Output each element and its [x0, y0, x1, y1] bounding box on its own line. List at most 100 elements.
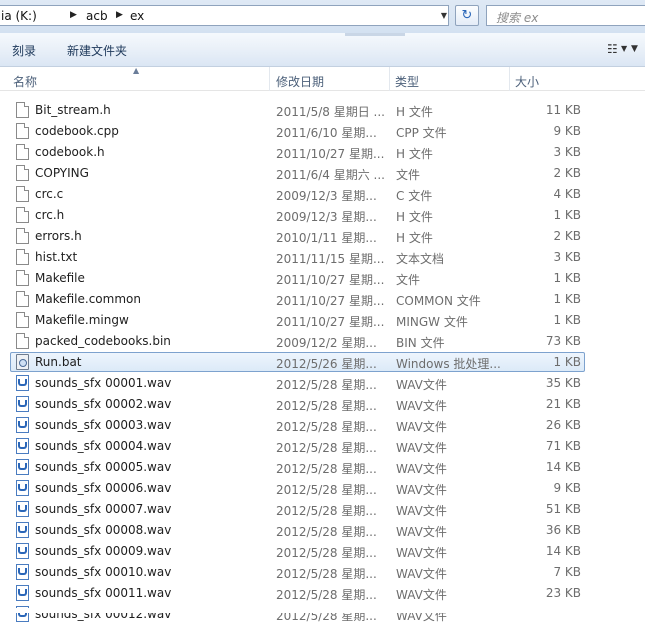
file-row[interactable]: crc.c 2009/12/3 星期... C 文件 4 KB [10, 184, 585, 204]
file-type: 文件 [396, 273, 421, 287]
search-input[interactable]: 搜索 ex [486, 5, 645, 26]
audio-file-icon [16, 480, 29, 496]
file-name: sounds_sfx 00004.wav [35, 439, 172, 453]
file-type: 文件 [396, 168, 421, 182]
file-size: 1 KB [553, 208, 581, 222]
file-type: WAV文件 [396, 567, 447, 581]
file-row[interactable]: sounds_sfx 00002.wav 2012/5/28 星期... WAV文件… [10, 394, 585, 414]
file-row[interactable]: Run.bat 2012/5/26 星期... Windows 批处理... 1 KB [10, 352, 585, 372]
file-name: codebook.h [35, 145, 105, 159]
file-name: errors.h [35, 229, 82, 243]
file-row[interactable]: sounds_sfx 00001.wav 2012/5/28 星期... WAV文件… [10, 373, 585, 393]
refresh-button[interactable]: ↻ [455, 5, 479, 26]
file-icon [16, 312, 29, 328]
file-name: sounds_sfx 00008.wav [35, 523, 172, 537]
file-row[interactable]: sounds_sfx 00004.wav 2012/5/28 星期... WAV文件… [10, 436, 585, 456]
file-modified-date: 2011/5/8 星期日 ... [276, 105, 385, 119]
breadcrumb-acb[interactable]: acb [86, 9, 108, 23]
file-modified-date: 2012/5/28 星期... [276, 588, 377, 602]
file-size: 36 KB [545, 523, 581, 537]
audio-file-icon [16, 522, 29, 538]
audio-file-icon [16, 543, 29, 559]
change-view-icon[interactable]: ☷ [607, 42, 618, 56]
file-modified-date: 2012/5/28 星期... [276, 567, 377, 581]
file-row[interactable]: sounds_sfx 00006.wav 2012/5/28 星期... WAV文件… [10, 478, 585, 498]
file-size: 1 KB [553, 292, 581, 306]
more-options-icon[interactable]: ▼ [631, 44, 638, 54]
file-row[interactable]: sounds_sfx 00009.wav 2012/5/28 星期... WAV文件… [10, 541, 585, 561]
column-header-type[interactable]: 类型 [395, 73, 419, 90]
file-name: Makefile.mingw [35, 313, 129, 327]
audio-file-icon [16, 375, 29, 391]
address-bar[interactable]: ia (K:) ▶ acb ▶ ex [0, 5, 449, 26]
column-header-name[interactable]: 名称 [13, 73, 37, 90]
file-row[interactable]: sounds_sfx 00003.wav 2012/5/28 星期... WAV文件… [10, 415, 585, 435]
column-divider[interactable] [389, 67, 390, 91]
file-type: H 文件 [396, 210, 433, 224]
file-row[interactable]: COPYING 2011/6/4 星期六 ... 文件 2 KB [10, 163, 585, 183]
file-modified-date: 2012/5/28 星期... [276, 525, 377, 539]
file-size: 4 KB [553, 187, 581, 201]
toolbar-divider [345, 33, 405, 36]
file-modified-date: 2009/12/2 星期... [276, 336, 377, 350]
file-type: Windows 批处理... [396, 357, 501, 371]
file-row[interactable]: codebook.cpp 2011/6/10 星期... CPP 文件 9 KB [10, 121, 585, 141]
file-name: hist.txt [35, 250, 78, 264]
file-row[interactable]: Bit_stream.h 2011/5/8 星期日 ... H 文件 11 KB [10, 100, 585, 120]
file-modified-date: 2011/11/15 星期... [276, 252, 385, 266]
address-history-dropdown-icon[interactable]: ▼ [437, 7, 451, 24]
view-options-dropdown-icon[interactable]: ▼ [621, 44, 627, 53]
file-modified-date: 2012/5/28 星期... [276, 504, 377, 518]
column-header-date[interactable]: 修改日期 [276, 73, 324, 90]
file-icon [16, 186, 29, 202]
file-name: Makefile [35, 271, 85, 285]
file-type: C 文件 [396, 189, 433, 203]
file-type: H 文件 [396, 231, 433, 245]
file-size: 2 KB [553, 229, 581, 243]
file-row[interactable]: sounds_sfx 00010.wav 2012/5/28 星期... WAV文件… [10, 562, 585, 582]
file-modified-date: 2012/5/28 星期... [276, 378, 377, 392]
breadcrumb-drive[interactable]: ia (K:) [1, 9, 37, 23]
audio-file-icon [16, 396, 29, 412]
file-icon [16, 102, 29, 118]
file-row[interactable]: Makefile.common 2011/10/27 星期... COMMON 文件… [10, 289, 585, 309]
file-row[interactable]: Makefile.mingw 2011/10/27 星期... MINGW 文件 1 … [10, 310, 585, 330]
breadcrumb-ex[interactable]: ex [130, 9, 144, 23]
new-folder-button[interactable]: 新建文件夹 [67, 42, 127, 59]
file-row[interactable]: sounds_sfx 00005.wav 2012/5/28 星期... WAV文件… [10, 457, 585, 477]
file-type: WAV文件 [396, 525, 447, 539]
file-type: CPP 文件 [396, 126, 447, 140]
file-type: COMMON 文件 [396, 294, 481, 308]
file-icon [16, 165, 29, 181]
breadcrumb-separator-icon[interactable]: ▶ [70, 10, 77, 20]
file-list: Bit_stream.h 2011/5/8 星期日 ... H 文件 11 KB cod… [0, 0, 645, 623]
file-row[interactable]: sounds_sfx 00007.wav 2012/5/28 星期... WAV文件… [10, 499, 585, 519]
file-modified-date: 2010/1/11 星期... [276, 231, 377, 245]
file-type: WAV文件 [396, 399, 447, 413]
file-row[interactable]: codebook.h 2011/10/27 星期... H 文件 3 KB [10, 142, 585, 162]
breadcrumb-separator-icon[interactable]: ▶ [116, 10, 123, 20]
file-size: 21 KB [545, 397, 581, 411]
file-modified-date: 2011/6/4 星期六 ... [276, 168, 385, 182]
file-row[interactable]: hist.txt 2011/11/15 星期... 文本文档 3 KB [10, 247, 585, 267]
file-name: crc.c [35, 187, 64, 201]
file-name: codebook.cpp [35, 124, 119, 138]
file-row[interactable]: crc.h 2009/12/3 星期... H 文件 1 KB [10, 205, 585, 225]
file-name: sounds_sfx 00005.wav [35, 460, 172, 474]
file-modified-date: 2012/5/26 星期... [276, 357, 377, 371]
column-header-size[interactable]: 大小 [515, 73, 539, 90]
audio-file-icon [16, 564, 29, 580]
column-divider[interactable] [509, 67, 510, 91]
file-row[interactable]: Makefile 2011/10/27 星期... 文件 1 KB [10, 268, 585, 288]
file-modified-date: 2012/5/28 星期... [276, 399, 377, 413]
file-row[interactable]: sounds_sfx 00012.wav 2012/5/28 星期... WAV文件 [10, 604, 585, 624]
burn-button[interactable]: 刻录 [12, 42, 36, 59]
file-row[interactable]: sounds_sfx 00008.wav 2012/5/28 星期... WAV文件… [10, 520, 585, 540]
column-divider[interactable] [269, 67, 270, 91]
file-row[interactable]: packed_codebooks.bin 2009/12/2 星期... BIN 文… [10, 331, 585, 351]
file-row[interactable]: sounds_sfx 00011.wav 2012/5/28 星期... WAV文件… [10, 583, 585, 603]
file-size: 73 KB [545, 334, 581, 348]
audio-file-icon [16, 585, 29, 601]
file-row[interactable]: errors.h 2010/1/11 星期... H 文件 2 KB [10, 226, 585, 246]
file-size: 51 KB [545, 502, 581, 516]
